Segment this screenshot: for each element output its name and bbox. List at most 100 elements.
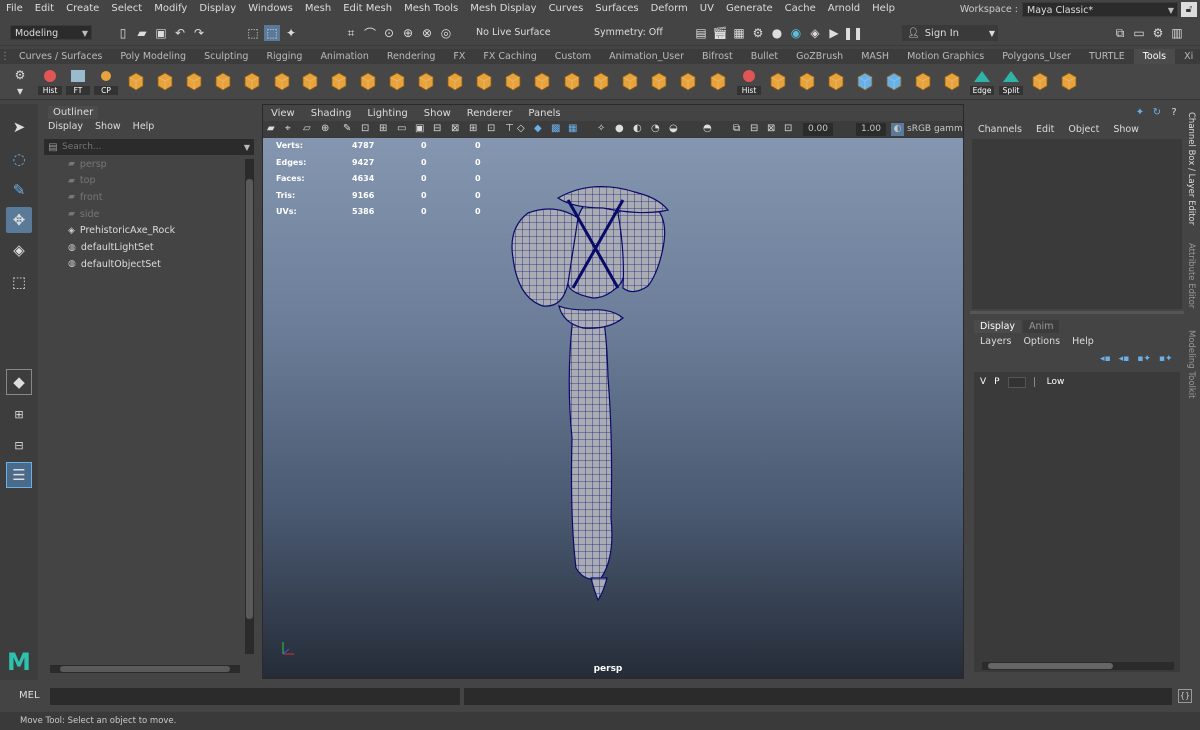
bridge-button[interactable] xyxy=(443,68,467,94)
select-hierarchy-icon[interactable]: ⬚ xyxy=(245,25,261,41)
snap-surface-icon[interactable]: ⊗ xyxy=(419,25,435,41)
ipr-render-icon[interactable]: ▦ xyxy=(731,25,747,41)
circularize-button[interactable] xyxy=(824,68,848,94)
viewport-menu-shading[interactable]: Shading xyxy=(303,108,360,119)
shelf-tab-xi[interactable]: Xi xyxy=(1175,49,1200,64)
channel-box-icon[interactable]: ▥ xyxy=(1169,25,1185,41)
viewport-tool-icon[interactable]: ◓ xyxy=(703,123,712,134)
viewport-tool-icon[interactable]: ⊕ xyxy=(321,123,329,134)
shelf-tab-turtle[interactable]: TURTLE xyxy=(1080,49,1134,64)
select-tool-icon[interactable]: ➤ xyxy=(6,114,32,140)
snap-view-icon[interactable]: ⊕ xyxy=(400,25,416,41)
extract-button[interactable] xyxy=(298,68,322,94)
shelf-tab-bullet[interactable]: Bullet xyxy=(742,49,787,64)
scale-tool-icon[interactable]: ⬚ xyxy=(6,269,32,295)
viewport-menu-show[interactable]: Show xyxy=(416,108,459,119)
lasso-tool-icon[interactable]: ◌ xyxy=(6,146,32,172)
outliner-menu-display[interactable]: Display xyxy=(48,121,83,132)
shelf-tab-rendering[interactable]: Rendering xyxy=(378,49,445,64)
chevron-down-icon[interactable]: ▼ xyxy=(244,143,250,152)
single-perspective-icon[interactable]: ◆ xyxy=(6,369,32,395)
menu-display[interactable]: Display xyxy=(193,0,242,18)
shelf-tab-rigging[interactable]: Rigging xyxy=(257,49,311,64)
menu-mesh[interactable]: Mesh xyxy=(299,0,337,18)
help-icon[interactable]: ? xyxy=(1168,106,1180,118)
layer-menu-layers[interactable]: Layers xyxy=(980,336,1011,347)
arnold-pause-icon[interactable]: ❚❚ xyxy=(843,25,863,41)
shelf-tab-polygons-user[interactable]: Polygons_User xyxy=(993,49,1080,64)
viewport-tool-icon[interactable]: ▭ xyxy=(397,123,406,134)
outliner-item-defaultobjectset[interactable]: ◍ defaultObjectSet xyxy=(68,256,161,272)
menu-curves[interactable]: Curves xyxy=(543,0,590,18)
center-pivot-button[interactable]: CP xyxy=(94,68,118,95)
two-view-icon[interactable]: ⊟ xyxy=(6,432,32,458)
viewport-menu-lighting[interactable]: Lighting xyxy=(359,108,415,119)
new-scene-icon[interactable]: ▯ xyxy=(115,25,131,41)
outliner-hscrollbar[interactable] xyxy=(50,665,240,673)
offset-loop-button[interactable] xyxy=(795,68,819,94)
poly-column-button[interactable] xyxy=(211,68,235,94)
menu-modify[interactable]: Modify xyxy=(148,0,193,18)
select-component-icon[interactable]: ✦ xyxy=(283,25,299,41)
shelf-tab-animation[interactable]: Animation xyxy=(311,49,377,64)
poke-button[interactable] xyxy=(530,68,554,94)
move-layer-down-icon[interactable]: ◂▪ xyxy=(1119,354,1130,364)
menu-mesh-tools[interactable]: Mesh Tools xyxy=(398,0,464,18)
side-tab-modeling-toolkit[interactable]: Modeling Toolkit xyxy=(1186,330,1196,399)
viewport-tool-icon[interactable]: ⊟ xyxy=(433,123,441,134)
menu-edit[interactable]: Edit xyxy=(29,0,60,18)
outliner-item-top[interactable]: ▰ top xyxy=(68,173,96,189)
shelf-settings-icon[interactable]: ⚙ xyxy=(12,67,28,83)
gamma-field[interactable]: 1.00 xyxy=(856,123,886,136)
select-object-icon[interactable]: ⬚ xyxy=(264,25,280,41)
layer-playback-toggle[interactable]: P xyxy=(994,377,999,387)
live-surface-field[interactable]: No Live Surface xyxy=(472,25,567,40)
outliner-layout-icon[interactable]: ☰ xyxy=(6,462,32,488)
snap-live-icon[interactable]: ◎ xyxy=(438,25,454,41)
channel-box-menu-show[interactable]: Show xyxy=(1113,124,1139,135)
shelf-tab-motion-graphics[interactable]: Motion Graphics xyxy=(898,49,993,64)
layer-visibility-toggle[interactable]: V xyxy=(980,377,986,387)
arnold-play-icon[interactable]: ▶ xyxy=(826,25,842,41)
duplicate-button[interactable] xyxy=(501,68,525,94)
merge-button[interactable] xyxy=(589,68,613,94)
channel-box-menu-edit[interactable]: Edit xyxy=(1036,124,1054,135)
new-layer-icon[interactable]: ▪✦ xyxy=(1137,354,1151,364)
viewport-tool-icon[interactable]: ✎ xyxy=(343,123,351,134)
shelf-tab-sculpting[interactable]: Sculpting xyxy=(195,49,257,64)
outliner-vscrollbar[interactable] xyxy=(245,159,254,654)
menu-mesh-display[interactable]: Mesh Display xyxy=(464,0,542,18)
channel-box-menu-channels[interactable]: Channels xyxy=(978,124,1022,135)
collapse-button[interactable] xyxy=(647,68,671,94)
hypershade-icon[interactable]: ● xyxy=(769,25,785,41)
viewport-tool-icon[interactable]: ▣ xyxy=(415,123,424,134)
extrude-button[interactable] xyxy=(472,68,496,94)
viewport-tool-icon[interactable]: ⌖ xyxy=(285,123,291,134)
layer-menu-options[interactable]: Options xyxy=(1023,336,1060,347)
viewport-tool-icon[interactable]: ◇ xyxy=(517,123,525,134)
viewport-tool-icon[interactable]: ▰ xyxy=(267,123,275,134)
pin-icon[interactable]: ✦ xyxy=(1134,106,1146,118)
wedge-button[interactable] xyxy=(560,68,584,94)
color-management-icon[interactable]: ◐ xyxy=(891,123,904,136)
multicut-button[interactable] xyxy=(676,68,700,94)
smooth-button[interactable] xyxy=(327,68,351,94)
arnold-render-icon[interactable]: ◉ xyxy=(788,25,804,41)
mel-label[interactable]: MEL xyxy=(19,690,40,701)
shelf-tab-fx-caching[interactable]: FX Caching xyxy=(474,49,545,64)
viewport-tool-icon[interactable]: ⊞ xyxy=(469,123,477,134)
mode-dropdown[interactable]: Modeling ▼ xyxy=(10,25,92,40)
sign-in-button[interactable]: 👤︎ Sign In ▼ xyxy=(902,25,998,41)
script-editor-icon[interactable]: {} xyxy=(1178,689,1192,703)
search-input[interactable] xyxy=(62,142,244,152)
side-tab-channel-box-layer-editor[interactable]: Channel Box / Layer Editor xyxy=(1186,112,1196,225)
layer-hscrollbar[interactable] xyxy=(982,662,1174,670)
shelf-tab-bifrost[interactable]: Bifrost xyxy=(693,49,742,64)
viewport-tool-icon[interactable]: ● xyxy=(615,123,624,134)
shelf-tab-curves-surfaces[interactable]: Curves / Surfaces xyxy=(10,49,111,64)
menu-deform[interactable]: Deform xyxy=(645,0,694,18)
combine-button[interactable] xyxy=(240,68,264,94)
menu-surfaces[interactable]: Surfaces xyxy=(589,0,644,18)
viewport-menu-renderer[interactable]: Renderer xyxy=(459,108,521,119)
move-layer-up-icon[interactable]: ◂▪ xyxy=(1100,354,1111,364)
